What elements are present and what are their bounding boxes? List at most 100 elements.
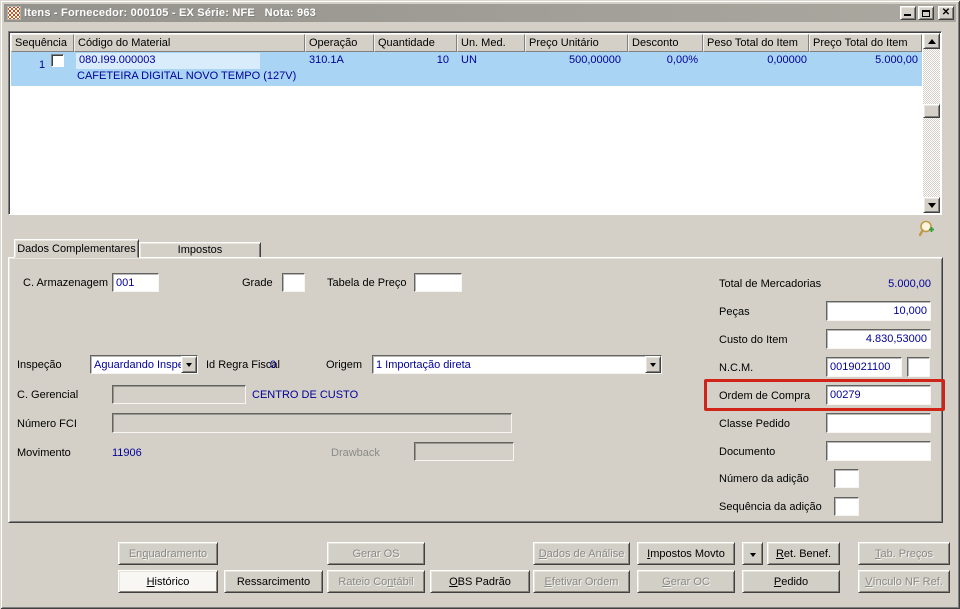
documento-field[interactable] (826, 441, 931, 461)
maximize-button[interactable] (918, 6, 934, 20)
items-window: Itens - Fornecedor: 000105 - EX Série: N… (0, 0, 960, 609)
tab-dados-complementares[interactable]: Dados Complementares (14, 239, 139, 258)
id-regra-fiscal-label: Id Regra Fiscal (206, 359, 280, 371)
origem-label: Origem (326, 359, 363, 371)
c-gerencial-field (112, 385, 246, 404)
col-header-desconto[interactable]: Desconto (628, 34, 703, 52)
numero-fci-field (112, 413, 512, 433)
col-header-preco-unitario[interactable]: Preço Unitário (525, 34, 628, 52)
col-header-operacao[interactable]: Operação (305, 34, 374, 52)
grid-header-row: Sequência Código do Material Operação Qu… (11, 34, 922, 52)
origem-value: 1 Importação direta (376, 358, 471, 371)
documento-label: Documento (719, 446, 776, 458)
grade-label: Grade (242, 277, 273, 289)
c-armazenagem-label: C. Armazenagem (23, 277, 108, 289)
inspecao-dropdown-arrow[interactable] (181, 356, 197, 373)
chevron-down-icon (186, 362, 192, 370)
cell-un-med: UN (461, 54, 477, 66)
scroll-down-button[interactable] (923, 197, 940, 213)
col-header-codigo[interactable]: Código do Material (74, 34, 305, 52)
c-gerencial-caption: CENTRO DE CUSTO (252, 389, 359, 401)
inspecao-dropdown[interactable]: Aguardando Inspeção (90, 355, 198, 374)
chevron-down-icon (749, 552, 756, 560)
custo-item-field[interactable] (826, 329, 931, 349)
col-header-preco-total[interactable]: Preço Total do Item (809, 34, 922, 52)
scrollbar-thumb[interactable] (923, 104, 940, 118)
arrow-up-icon (927, 35, 936, 44)
zoom-button[interactable] (917, 219, 937, 239)
numero-adicao-field[interactable] (834, 469, 859, 488)
ncm-ex-field[interactable] (907, 357, 930, 377)
origem-dropdown[interactable]: 1 Importação direta (372, 355, 662, 374)
id-regra-fiscal-value: 0 (270, 359, 277, 371)
screen: Itens - Fornecedor: 000105 - EX Série: N… (0, 0, 960, 609)
items-grid-panel: Sequência Código do Material Operação Qu… (8, 31, 942, 215)
enquadramento-button: Enquadramento (118, 542, 218, 565)
window-title: Itens - Fornecedor: 000105 - EX Série: N… (24, 7, 317, 19)
dados-de-analise-button: Dados de Análise (533, 542, 630, 565)
total-mercadorias-label: Total de Mercadorias (719, 278, 822, 290)
sequencia-adicao-label: Sequência da adição (719, 501, 822, 513)
cell-operacao: 310.1A (309, 54, 344, 66)
codigo-material-value[interactable]: 080.I99.000003 (76, 53, 260, 69)
cell-preco-total: 5.000,00 (875, 54, 918, 66)
cell-desconto: 0,00% (666, 54, 698, 66)
pecas-field[interactable] (826, 301, 931, 321)
grid-vertical-scrollbar[interactable] (923, 33, 940, 213)
ncm-label: N.C.M. (719, 362, 754, 374)
pecas-label: Peças (719, 306, 750, 318)
minimize-icon (904, 14, 911, 16)
ret-benef-button[interactable]: Ret. Benef. (767, 542, 840, 565)
gerar-oc-button: Gerar OC (637, 570, 735, 593)
sequencia-adicao-field[interactable] (834, 497, 859, 516)
row-number: 1 (38, 59, 46, 71)
total-mercadorias-value: 5.000,00 (888, 278, 931, 290)
classe-pedido-field[interactable] (826, 413, 931, 433)
grade-field[interactable] (282, 273, 305, 292)
title-bar[interactable]: Itens - Fornecedor: 000105 - EX Série: N… (4, 4, 956, 22)
minimize-button[interactable] (900, 6, 916, 20)
c-gerencial-label: C. Gerencial (17, 389, 79, 401)
cell-quantidade: 10 (436, 54, 449, 66)
custo-item-label: Custo do Item (719, 334, 788, 346)
tabela-preco-field[interactable] (414, 273, 462, 292)
tabela-preco-label: Tabela de Preço (327, 277, 407, 289)
col-header-sequencia[interactable]: Sequência (11, 34, 74, 52)
cell-sequencia: 1 (11, 52, 74, 86)
origem-dropdown-arrow[interactable] (645, 356, 661, 373)
obs-padrao-button[interactable]: OBS Padrão (430, 570, 530, 593)
ordem-compra-highlight-box (704, 379, 945, 411)
drawback-label: Drawback (331, 447, 380, 459)
efetivar-ordem-button: Efetivar Ordem (533, 570, 630, 593)
app-icon (7, 6, 21, 20)
movimento-label: Movimento (17, 447, 71, 459)
close-icon: ✕ (941, 7, 951, 18)
col-header-un-med[interactable]: Un. Med. (457, 34, 525, 52)
cell-peso-total: 0,00000 (767, 54, 807, 66)
col-header-peso-total[interactable]: Peso Total do Item (703, 34, 809, 52)
row-checkbox[interactable] (51, 54, 64, 67)
table-row[interactable]: 1 080.I99.000003 310.1A 10 UN 500,00000 … (11, 52, 922, 86)
ressarcimento-button[interactable]: Ressarcimento (224, 570, 323, 593)
impostos-movto-dropdown-button[interactable] (742, 542, 763, 565)
pedido-button[interactable]: Pedido (742, 570, 840, 593)
ncm-field[interactable] (826, 357, 902, 377)
dados-complementares-panel: C. Armazenagem Grade Tabela de Preço Ins… (8, 257, 945, 523)
scroll-up-button[interactable] (923, 33, 940, 49)
magnifier-plus-icon (918, 220, 934, 237)
c-armazenagem-field[interactable] (112, 273, 159, 292)
cell-preco-unitario: 500,00000 (569, 54, 621, 66)
maximize-icon (922, 10, 930, 17)
historico-button[interactable]: Histórico (118, 570, 218, 593)
window-controls: ✕ (900, 6, 954, 20)
classe-pedido-label: Classe Pedido (719, 418, 790, 430)
gerar-os-button: Gerar OS (327, 542, 425, 565)
tab-impostos[interactable]: Impostos (139, 242, 261, 258)
col-header-quantidade[interactable]: Quantidade (374, 34, 457, 52)
impostos-movto-button[interactable]: Impostos Movto (637, 542, 735, 565)
movimento-value: 11906 (112, 447, 142, 459)
close-button[interactable]: ✕ (938, 6, 954, 20)
chevron-down-icon (650, 362, 656, 370)
tab-precos-button: Tab. Preços (858, 542, 950, 565)
drawback-field (414, 442, 514, 461)
